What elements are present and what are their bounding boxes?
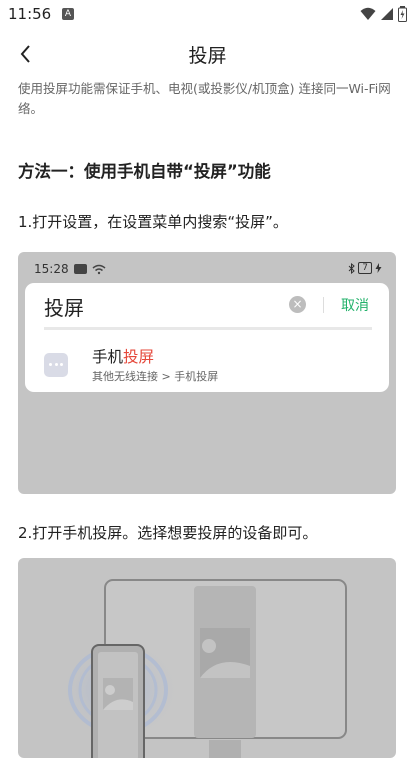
screen-cast-illustration: [58, 579, 347, 758]
illustration-battery: 7: [358, 262, 372, 274]
more-icon: [44, 353, 68, 377]
divider: [323, 297, 324, 313]
signal-icon: [381, 8, 393, 20]
step-1-text: 1.打开设置，在设置菜单内搜索“投屏”。: [18, 213, 288, 231]
message-icon: [73, 264, 87, 274]
wifi-icon: [92, 264, 106, 274]
charging-icon: [375, 263, 382, 273]
search-result-path: 其他无线连接 > 手机投屏: [92, 370, 219, 383]
search-input[interactable]: 投屏: [44, 292, 84, 321]
bluetooth-icon: [348, 262, 356, 274]
result-title-prefix: 手机: [92, 348, 124, 366]
status-time: 11:56: [8, 5, 52, 23]
cast-illustration: [18, 558, 396, 758]
status-icons: [360, 6, 407, 22]
settings-search-illustration: 15:28 7 投屏 × 取消 手机投屏 其他无线连接 > 手机投屏: [18, 252, 396, 494]
notification-icon: A: [62, 8, 74, 20]
search-underline: [44, 327, 372, 330]
search-card: 投屏 × 取消 手机投屏 其他无线连接 > 手机投屏: [25, 283, 389, 392]
tv-stand: [209, 740, 241, 758]
wifi-icon: [360, 7, 376, 20]
search-result-title[interactable]: 手机投屏: [92, 345, 154, 367]
intro-note: 使用投屏功能需保证手机、电视(或投影仪/机顶盒) 连接同一Wi-Fi网络。: [18, 81, 391, 116]
cancel-button[interactable]: 取消: [341, 295, 369, 315]
method-heading: 方法一：使用手机自带“投屏”功能: [18, 162, 271, 181]
step-2-text: 2.打开手机投屏。选择想要投屏的设备即可。: [18, 524, 318, 542]
clear-icon[interactable]: ×: [289, 296, 306, 313]
page-title: 投屏: [188, 45, 227, 67]
illustration-time: 15:28: [34, 262, 69, 276]
battery-icon: [398, 6, 407, 22]
illustration-status-right: 7: [348, 262, 382, 274]
top-bar: 投屏: [0, 32, 415, 76]
status-bar: 11:56 A: [0, 0, 415, 30]
illustration-status-left: 15:28: [34, 262, 106, 276]
result-title-highlight: 投屏: [123, 348, 155, 366]
